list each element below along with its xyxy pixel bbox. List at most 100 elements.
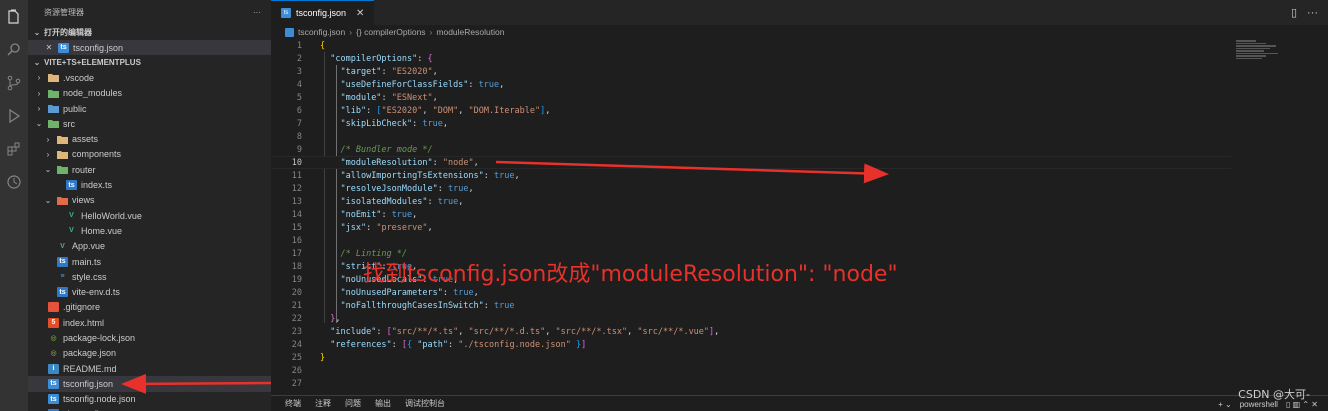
project-section[interactable]: ⌄ VITE+TS+ELEMENTPLUS bbox=[28, 55, 271, 70]
tab-terminal[interactable]: 终端 bbox=[285, 398, 301, 409]
tree-item[interactable]: › .vscode bbox=[28, 70, 271, 85]
chevron-down-icon: ⌄ bbox=[33, 28, 41, 37]
run-debug-icon[interactable] bbox=[0, 99, 28, 132]
code-line[interactable]: 3 "target": "ES2020", bbox=[271, 65, 1231, 78]
code-line[interactable]: 23 "include": ["src/**/*.ts", "src/**/*.… bbox=[271, 325, 1231, 338]
open-editor-item[interactable]: ✕ ts tsconfig.json bbox=[28, 40, 271, 56]
tree-item[interactable]: › node_modules bbox=[28, 86, 271, 101]
chevron-down-icon: ⌄ bbox=[44, 165, 52, 175]
code-token: "isolatedModules" bbox=[340, 196, 428, 207]
code-token: "compilerOptions" bbox=[330, 53, 418, 64]
tab-label: tsconfig.json bbox=[296, 8, 347, 18]
code-line[interactable]: 7 "skipLibCheck": true, bbox=[271, 117, 1231, 130]
open-editors-label: 打开的编辑器 bbox=[44, 28, 92, 37]
tree-item[interactable]: ◆ .gitignore bbox=[28, 300, 271, 315]
new-terminal-icon[interactable]: + ⌄ bbox=[1218, 400, 1232, 409]
line-text: "useDefineForClassFields": true, bbox=[302, 80, 504, 90]
code-token: true bbox=[494, 300, 515, 311]
folder-red-icon bbox=[57, 195, 68, 205]
tree-item[interactable]: ts vite-env.d.ts bbox=[28, 284, 271, 299]
extensions-icon[interactable] bbox=[0, 132, 28, 165]
ts-icon: ts bbox=[57, 256, 68, 267]
code-token: : bbox=[442, 287, 454, 298]
tree-item[interactable]: V Home.vue bbox=[28, 223, 271, 238]
code-line[interactable]: 10 "moduleResolution": "node", bbox=[271, 156, 1231, 169]
breadcrumb-section[interactable]: {} compilerOptions bbox=[356, 27, 425, 37]
code-line[interactable]: 26 bbox=[271, 364, 1231, 377]
tab-output[interactable]: 输出 bbox=[375, 398, 391, 409]
tree-item[interactable]: › public bbox=[28, 101, 271, 116]
tree-item[interactable]: › components bbox=[28, 147, 271, 162]
tree-item-label: package.json bbox=[63, 348, 117, 359]
tree-item-label: style.css bbox=[72, 271, 107, 282]
tree-item[interactable]: ◎ package-lock.json bbox=[28, 330, 271, 345]
tree-item[interactable]: ⌄ views bbox=[28, 193, 271, 208]
search-icon[interactable] bbox=[0, 33, 28, 66]
code-token: , bbox=[335, 313, 341, 324]
code-token: : bbox=[381, 66, 392, 77]
source-control-icon[interactable] bbox=[0, 66, 28, 99]
code-line[interactable]: 8 bbox=[271, 130, 1231, 143]
code-line[interactable]: 13 "isolatedModules": true, bbox=[271, 195, 1231, 208]
tab-problems[interactable]: 问题 bbox=[345, 398, 361, 409]
code-line[interactable]: 22 }, bbox=[271, 312, 1231, 325]
tree-item-label: Home.vue bbox=[81, 225, 123, 236]
tree-item[interactable]: ⌄ src bbox=[28, 116, 271, 131]
code-line[interactable]: 21 "noFallthroughCasesInSwitch": true bbox=[271, 299, 1231, 312]
tree-item[interactable]: i README.md bbox=[28, 361, 271, 376]
code-line[interactable]: 5 "module": "ESNext", bbox=[271, 91, 1231, 104]
minimap[interactable] bbox=[1236, 39, 1314, 79]
code-token: "preserve" bbox=[376, 222, 428, 233]
tree-item[interactable]: ≡ style.css bbox=[28, 269, 271, 284]
code-line[interactable]: 1{ bbox=[271, 39, 1231, 52]
tree-item[interactable]: ◎ package.json bbox=[28, 346, 271, 361]
code-line[interactable]: 16 bbox=[271, 234, 1231, 247]
code-line[interactable]: 14 "noEmit": true, bbox=[271, 208, 1231, 221]
code-line[interactable]: 4 "useDefineForClassFields": true, bbox=[271, 78, 1231, 91]
line-number: 13 bbox=[291, 196, 302, 207]
more-actions-icon[interactable]: ··· bbox=[1307, 7, 1318, 19]
code-line[interactable]: 12 "resolveJsonModule": true, bbox=[271, 182, 1231, 195]
tree-item[interactable]: ts main.ts bbox=[28, 254, 271, 269]
breadcrumb-property[interactable]: moduleResolution bbox=[436, 27, 504, 37]
code-line[interactable]: 11 "allowImportingTsExtensions": true, bbox=[271, 169, 1231, 182]
tree-item[interactable]: V App.vue bbox=[28, 239, 271, 254]
code-line[interactable]: 25} bbox=[271, 351, 1231, 364]
explorer-icon[interactable] bbox=[0, 0, 28, 33]
code-line[interactable]: 9 /* Bundler mode */ bbox=[271, 143, 1231, 156]
tab-comments[interactable]: 注释 bbox=[315, 398, 331, 409]
code-token: true bbox=[422, 118, 443, 129]
code-line[interactable]: 15 "jsx": "preserve", bbox=[271, 221, 1231, 234]
code-line[interactable]: 6 "lib": ["ES2020", "DOM", "DOM.Iterable… bbox=[271, 104, 1231, 117]
code-line[interactable]: 2 "compilerOptions": { bbox=[271, 52, 1231, 65]
timeline-icon[interactable] bbox=[0, 165, 28, 198]
close-icon[interactable]: ✕ bbox=[356, 8, 364, 19]
tree-item[interactable]: ts tsconfig.json bbox=[28, 376, 271, 392]
tree-item[interactable]: V HelloWorld.vue bbox=[28, 208, 271, 223]
tree-item[interactable]: ts tsconfig.node.json bbox=[28, 392, 271, 407]
explorer-header: 资源管理器 ··· bbox=[28, 0, 271, 25]
code-line[interactable]: 24 "references": [{ "path": "./tsconfig.… bbox=[271, 338, 1231, 351]
code-token: "lib" bbox=[340, 105, 367, 116]
breadcrumb-file[interactable]: tsconfig.json bbox=[298, 27, 345, 37]
tree-item[interactable]: ts index.ts bbox=[28, 177, 271, 192]
code-editor[interactable]: 1{2 "compilerOptions": {3 "target": "ES2… bbox=[271, 39, 1231, 389]
code-token: : bbox=[468, 79, 479, 90]
close-icon[interactable]: ✕ bbox=[44, 43, 54, 52]
project-label: VITE+TS+ELEMENTPLUS bbox=[44, 58, 141, 68]
tree-item[interactable]: 5 index.html bbox=[28, 315, 271, 330]
split-editor-icon[interactable]: ▯ bbox=[1291, 6, 1297, 19]
tab-debug-console[interactable]: 调试控制台 bbox=[405, 398, 445, 409]
line-number: 5 bbox=[296, 92, 302, 103]
tree-item[interactable]: › assets bbox=[28, 131, 271, 146]
open-editors-section[interactable]: ⌄ 打开的编辑器 bbox=[28, 25, 271, 40]
tab-tsconfig[interactable]: ts tsconfig.json ✕ bbox=[271, 0, 375, 25]
tree-item[interactable]: ⌄ router bbox=[28, 162, 271, 177]
more-actions-icon[interactable]: ··· bbox=[253, 8, 261, 17]
tree-item[interactable]: tsvite.config.ts bbox=[28, 407, 271, 411]
line-text: "skipLibCheck": true, bbox=[302, 119, 448, 129]
code-line[interactable]: 27 bbox=[271, 377, 1231, 390]
